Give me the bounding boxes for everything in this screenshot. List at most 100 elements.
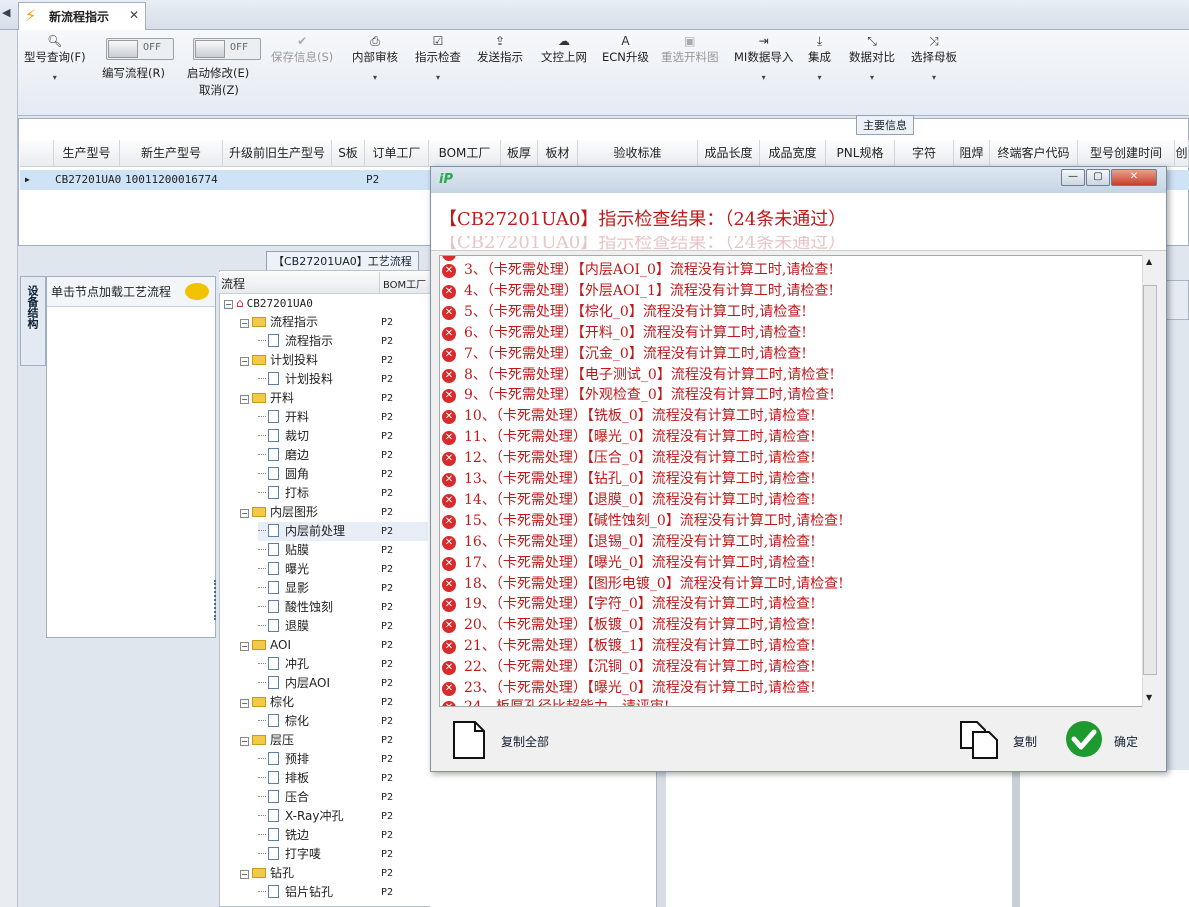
col-header[interactable]: 成品长度 (698, 140, 760, 167)
tree-leaf-node[interactable]: 磨边 (258, 446, 309, 465)
col-header[interactable]: 字符 (895, 140, 954, 167)
tree-bom-cell: P2 (381, 849, 394, 860)
col-header[interactable]: PNL规格 (826, 140, 895, 167)
tree-leaf-node[interactable]: 排板 (258, 769, 309, 788)
tree-leaf-node[interactable]: 内层前处理 (258, 522, 428, 541)
tree-leaf-node[interactable]: X-Ray冲孔 (258, 807, 343, 826)
tree-leaf-node[interactable]: 流程指示 (258, 332, 333, 351)
tree-leaf-node[interactable]: 圆角 (258, 465, 309, 484)
copy-button[interactable]: 复制 (1013, 733, 1037, 750)
ok-button[interactable]: 确定 (1114, 733, 1138, 750)
col-header[interactable]: 成品宽度 (760, 140, 826, 167)
send-instruction-button[interactable]: ⇪ 发送指示 (477, 34, 523, 65)
col-header[interactable]: 生产型号 (54, 140, 120, 167)
reselect-cut-diagram-button[interactable]: ▣ 重选开料图 (661, 34, 719, 65)
tree-leaf-node[interactable]: 曝光 (258, 560, 309, 579)
copy-all-icon[interactable] (451, 720, 487, 760)
cancel-button[interactable]: 取消(Z) (199, 82, 239, 98)
close-tab-icon[interactable]: ✕ (129, 8, 139, 22)
mi-import-button[interactable]: ⇥ MI数据导入 ▾ (734, 34, 793, 82)
tree-folder-node[interactable]: − 流程指示 (240, 313, 318, 332)
tree-leaf-node[interactable]: 棕化 (258, 712, 309, 731)
tree-folder-node[interactable]: − 计划投料 (240, 351, 318, 370)
tree-folder-node[interactable]: − AOI (240, 636, 291, 655)
tree-leaf-node[interactable]: 酸性蚀刻 (258, 598, 333, 617)
tree-leaf-node[interactable]: 开料 (258, 408, 309, 427)
save-button[interactable]: ✔ 保存信息(S) (271, 34, 333, 65)
tree-folder-node[interactable]: − 内层图形 (240, 503, 318, 522)
col-header[interactable]: 终端客户代码 (990, 140, 1078, 167)
tab-new-flow[interactable]: ⚡ 新流程指示 ✕ (18, 2, 146, 30)
splitter-bar[interactable] (656, 770, 666, 907)
check-instruction-button[interactable]: ☑ 指示检查 ▾ (415, 34, 461, 82)
close-button[interactable]: ✕ (1111, 169, 1157, 186)
document-icon (268, 372, 279, 385)
tree-leaf-node[interactable]: 裁切 (258, 427, 309, 446)
col-header[interactable]: 订单工厂 (365, 140, 429, 167)
document-icon (268, 524, 279, 537)
tree-leaf-node[interactable]: 内层AOI (258, 674, 330, 693)
splitter-bar[interactable] (1012, 770, 1020, 907)
tree-col-bom[interactable]: BOM工厂 (383, 276, 426, 291)
col-header[interactable]: 创 (1175, 140, 1189, 167)
cell-model: CB27201UA0 (55, 173, 122, 186)
tree-leaf-node[interactable]: 打标 (258, 484, 309, 503)
tree-leaf-node[interactable]: 计划投料 (258, 370, 333, 389)
col-header[interactable]: 型号创建时间 (1078, 140, 1175, 167)
ecn-upgrade-button[interactable]: A ECN升级 (602, 34, 649, 65)
collapse-icon[interactable]: − (224, 300, 233, 309)
col-header[interactable]: 新生产型号 (120, 140, 223, 167)
check-result-list[interactable]: ✕ ✕ 3、（卡死需处理）【内层AOI_0】流程没有计算工时,请检查! ✕ 4、（卡死… (439, 255, 1150, 707)
collapse-icon[interactable]: − (240, 737, 249, 746)
write-flow-toggle[interactable]: OFF (106, 38, 174, 60)
col-header[interactable]: 板厚 (501, 140, 538, 167)
tree-root[interactable]: − ⌂ CB27201UA0 (224, 294, 313, 313)
collapse-icon[interactable]: − (240, 870, 249, 879)
select-master-button[interactable]: ⤨ 选择母板 ▾ (911, 34, 957, 82)
copy-all-button[interactable]: 复制全部 (501, 733, 549, 750)
col-header[interactable]: BOM工厂 (429, 140, 501, 167)
collapse-icon[interactable]: − (240, 642, 249, 651)
scroll-left-icon[interactable]: ◀ (2, 6, 10, 19)
collapse-icon[interactable]: − (240, 699, 249, 708)
tree-leaf-node[interactable]: 铝片钻孔 (258, 883, 333, 902)
col-header[interactable]: 升级前旧生产型号 (223, 140, 332, 167)
collapse-icon[interactable]: − (240, 395, 249, 404)
minimize-button[interactable]: — (1061, 169, 1085, 186)
check-circle-icon[interactable] (1065, 720, 1103, 758)
collapse-icon[interactable]: − (240, 319, 249, 328)
tab-device-structure[interactable]: 设备结构 (20, 276, 46, 366)
col-header[interactable]: 阻焊 (954, 140, 990, 167)
tree-col-flow[interactable]: 流程 (221, 275, 245, 292)
tree-leaf-node[interactable]: 显影 (258, 579, 309, 598)
scrollbar-thumb[interactable] (1143, 285, 1157, 675)
dialog-titlebar[interactable]: iP — ▢ ✕ (431, 167, 1166, 193)
col-header[interactable]: 验收标准 (578, 140, 698, 167)
left-collapsed-strip[interactable] (0, 30, 18, 907)
copy-icon[interactable] (959, 720, 1001, 760)
collapse-icon[interactable]: − (240, 357, 249, 366)
integrate-button[interactable]: ⤓ 集成 ▾ (808, 34, 831, 82)
tree-leaf-node[interactable]: 退膜 (258, 617, 309, 636)
tree-leaf-node[interactable]: 贴膜 (258, 541, 309, 560)
tree-folder-node[interactable]: − 钻孔 (240, 864, 294, 883)
maximize-button[interactable]: ▢ (1086, 169, 1110, 186)
upload-online-button[interactable]: ☁ 文控上网 (541, 34, 587, 65)
start-edit-toggle[interactable]: OFF (193, 38, 261, 60)
tree-leaf-node[interactable]: 压合 (258, 788, 309, 807)
tree-leaf-node[interactable]: 打字唛 (258, 845, 321, 864)
collapse-icon[interactable]: − (240, 509, 249, 518)
internal-review-button[interactable]: ⎙ 内部审核 ▾ (352, 34, 398, 82)
col-header[interactable]: 板材 (538, 140, 578, 167)
tree-leaf-node[interactable]: 铣边 (258, 826, 309, 845)
tree-folder-node[interactable]: − 棕化 (240, 693, 294, 712)
tree-leaf-node[interactable]: 冲孔 (258, 655, 309, 674)
tree-folder-node[interactable]: − 层压 (240, 731, 294, 750)
tree-leaf-node[interactable]: 预排 (258, 750, 309, 769)
tree-folder-node[interactable]: − 开料 (240, 389, 294, 408)
tree-bom-cell: P2 (381, 621, 394, 632)
query-button[interactable]: 🔍︎ 型号查询(F) ▾ (24, 34, 86, 82)
col-header[interactable]: S板 (332, 140, 365, 167)
compare-button[interactable]: ⤡ 数据对比 ▾ (849, 34, 895, 82)
right-side-tabs[interactable] (1166, 280, 1189, 320)
